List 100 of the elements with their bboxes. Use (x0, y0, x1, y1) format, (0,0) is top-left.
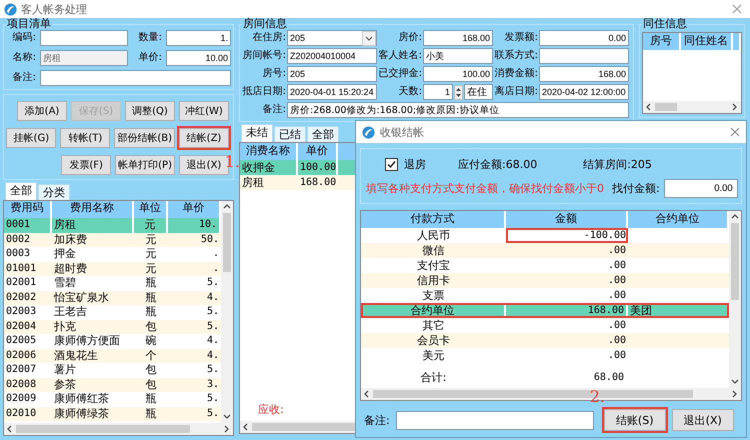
table-row[interactable]: 02010 康师傅绿茶 瓶 5. (4, 406, 221, 421)
table-row[interactable]: 0003 押金 元 . (4, 247, 221, 262)
table-row[interactable]: 合约单位 168.00 美团 (361, 303, 729, 318)
table-row[interactable]: 02006 酒鬼花生 个 4. (4, 348, 221, 363)
table-cell-text: 5. (206, 320, 220, 334)
table-cell-text: 3. (206, 378, 220, 392)
table-cell-text: 0002 (5, 232, 32, 246)
table-cell-text: 168.00 (299, 176, 338, 190)
table-cell-text: 5. (206, 406, 220, 420)
input-field[interactable]: 10.00 (166, 50, 231, 66)
button[interactable]: 发票(F) (61, 155, 112, 175)
column-header[interactable]: 同住姓名 (681, 33, 733, 50)
table-row[interactable]: 02004 扑克 包 5. (4, 320, 221, 334)
field-label: 离店日期: (494, 84, 538, 99)
table-row[interactable]: 02001 雪碧 瓶 5. (4, 276, 221, 290)
table-cell-text: 瓶 (144, 406, 158, 421)
table-cell-text: 参茶 (53, 378, 77, 392)
table-row[interactable]: 01001 超时费 元 . (4, 262, 221, 276)
table-cell-text: 支票 (422, 288, 446, 303)
number-field[interactable]: 1 (423, 84, 453, 100)
input-field[interactable]: 1. (166, 30, 231, 46)
button[interactable]: 添加(A) (17, 101, 67, 121)
table-cell-text: 会员卡 (416, 333, 451, 348)
table-row[interactable]: 其它 .00 (361, 318, 729, 333)
table-row[interactable]: 支票 .00 (361, 288, 729, 303)
button[interactable]: 冲红(W) (179, 101, 229, 121)
table-cell-text: 怡宝矿泉水 (52, 290, 110, 305)
table-cell-text: .00 (606, 259, 627, 273)
table-row[interactable]: 0002 加床费 元 50. (4, 232, 221, 247)
column-header[interactable]: 付款方式 (361, 211, 506, 228)
button[interactable]: 挂帐(G) (6, 128, 56, 148)
table-cell-text: 02009 (5, 392, 38, 406)
table-row[interactable]: 0001 房租 元 10. (4, 218, 221, 232)
tab[interactable]: 已结 (274, 126, 306, 142)
table-row[interactable]: 会员卡 .00 (361, 333, 729, 348)
tab[interactable]: 未结 (241, 124, 273, 142)
input-field[interactable]: 0.00 (664, 179, 738, 198)
table-cell-text: 元 (144, 262, 158, 276)
table-cell-text: 微信 (422, 243, 446, 258)
table-cell-text: 人民币 (416, 228, 451, 243)
table-row[interactable]: 02009 康师傅红茶 瓶 5. (4, 392, 221, 406)
table-cell-text: 4. (206, 290, 220, 304)
button[interactable]: 结账(S) (604, 409, 666, 431)
column-header[interactable]: 房号 (643, 33, 681, 50)
input-field[interactable]: 168.00 (423, 30, 493, 46)
table-cell-text: 5. (206, 392, 220, 406)
input-field[interactable]: 2020-04-01 15:20:24 (287, 84, 377, 100)
table-row[interactable]: 美元 .00 (361, 348, 729, 363)
field-label: 房价: (398, 30, 422, 45)
table-cell-text: 其它 (422, 318, 446, 333)
field-label: 天数: (398, 85, 422, 99)
table-row[interactable]: 02002 怡宝矿泉水 瓶 4. (4, 290, 221, 305)
dropdown[interactable]: 205 (287, 30, 377, 46)
checkbox-label[interactable]: 退房 (404, 157, 426, 172)
input-field[interactable]: 168.00 (539, 66, 629, 82)
input-field[interactable]: 房价:268.00修改为:168.00;修改原因:协议单位 (287, 102, 629, 118)
table-row[interactable]: 02005 康师傅方便面 碗 4. (4, 334, 221, 348)
tab[interactable]: 全部 (307, 126, 339, 142)
table-cell-text: 康师傅方便面 (53, 334, 121, 348)
table-cell: 168.00 (506, 303, 628, 318)
table-row[interactable]: 微信 .00 (361, 243, 729, 258)
table-row[interactable]: 02008 参茶 包 3. (4, 378, 221, 392)
button[interactable]: 调整(Q) (125, 101, 175, 121)
receivable-label: 应收: (258, 402, 284, 417)
table-cell-text: 02005 (5, 334, 38, 348)
column-header[interactable]: 金额 (506, 211, 628, 228)
field-label: 在住房: (252, 30, 286, 45)
tab[interactable]: 全部 (5, 182, 37, 200)
table-row[interactable]: 02003 王老吉 瓶 5. (4, 305, 221, 320)
window-title: 收银结帐 (380, 124, 424, 140)
table-row[interactable]: 信用卡 .00 (361, 273, 729, 288)
input-field[interactable]: 100.00 (423, 66, 493, 82)
status-field[interactable]: 在住 (464, 84, 493, 100)
button[interactable]: 转帐(T) (60, 128, 110, 148)
table-row[interactable]: 人民币 -100.00 (361, 228, 729, 243)
button[interactable]: 退出(X) (672, 409, 734, 431)
table-cell-text: . (212, 262, 220, 276)
button[interactable]: 部份结帐(B) (114, 128, 175, 148)
table-cell-text: 瓶 (144, 392, 158, 406)
table-cell-text: 信用卡 (416, 273, 451, 288)
input-field[interactable]: 205 (287, 66, 377, 82)
button[interactable]: 结帐(Z) (179, 128, 229, 148)
table-cell-text: 雪碧 (53, 276, 77, 290)
table-cell-text: 02010 (5, 406, 38, 420)
table-cell-text: 元 (144, 232, 158, 247)
table-cell-text: .00 (606, 274, 627, 288)
input-field[interactable]: 小美 (423, 48, 493, 64)
button[interactable]: 帐单打印(P) (115, 155, 175, 175)
input-field[interactable]: 2020-04-02 12:00:00 (539, 84, 629, 100)
window-title: 客人帐务处理 (21, 2, 87, 16)
table-cell: 合约单位 (361, 303, 506, 318)
table-row[interactable]: 02007 薯片 包 5. (4, 363, 221, 378)
input-field[interactable]: Z202004010004 (287, 48, 377, 64)
table-row[interactable]: 支付宝 .00 (361, 258, 729, 273)
table-cell-text: 个 (144, 348, 158, 363)
field-label: 单价: (138, 50, 162, 65)
input-field[interactable]: 0.00 (539, 30, 629, 46)
tab[interactable]: 分类 (38, 184, 70, 200)
field-label: 编码: (12, 30, 36, 45)
table-cell-text: 康师傅红茶 (53, 392, 110, 406)
